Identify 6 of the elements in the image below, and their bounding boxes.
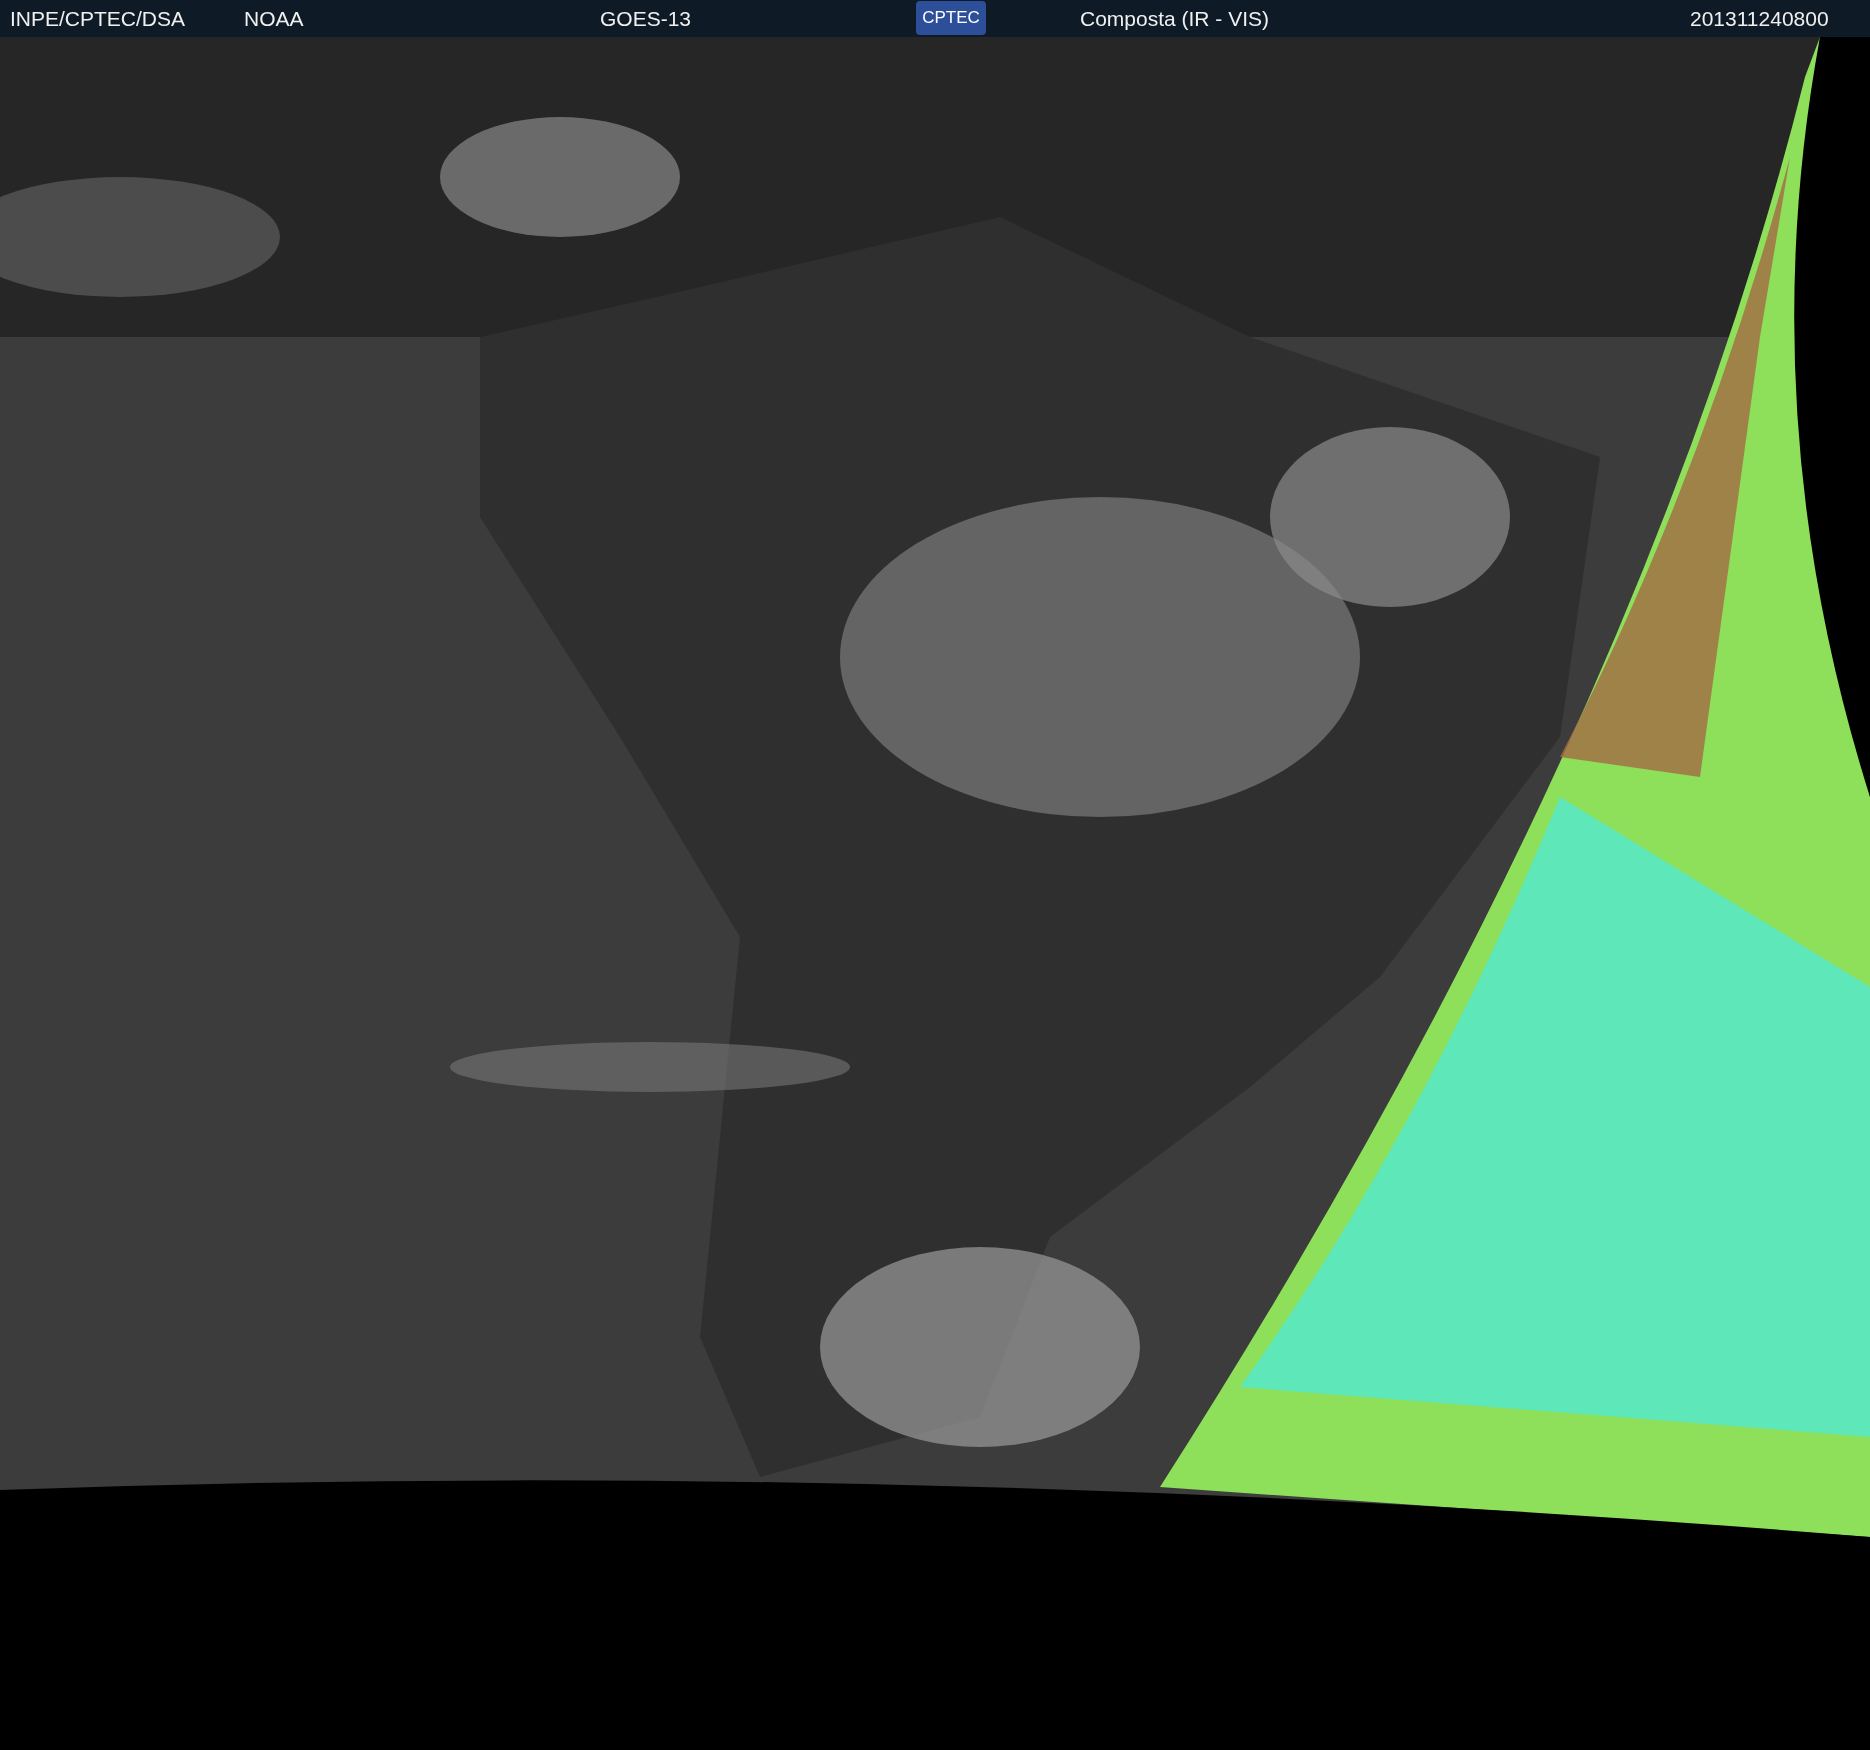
logo: CPTEC <box>916 1 986 35</box>
header-text: 201311240800 <box>1690 5 1829 32</box>
header-text: NOAA <box>244 5 304 32</box>
header-text: GOES-13 <box>600 5 692 32</box>
header-text: INPE/CPTEC/DSA <box>10 5 186 32</box>
header-text: Composta (IR - VIS) <box>1080 5 1270 32</box>
